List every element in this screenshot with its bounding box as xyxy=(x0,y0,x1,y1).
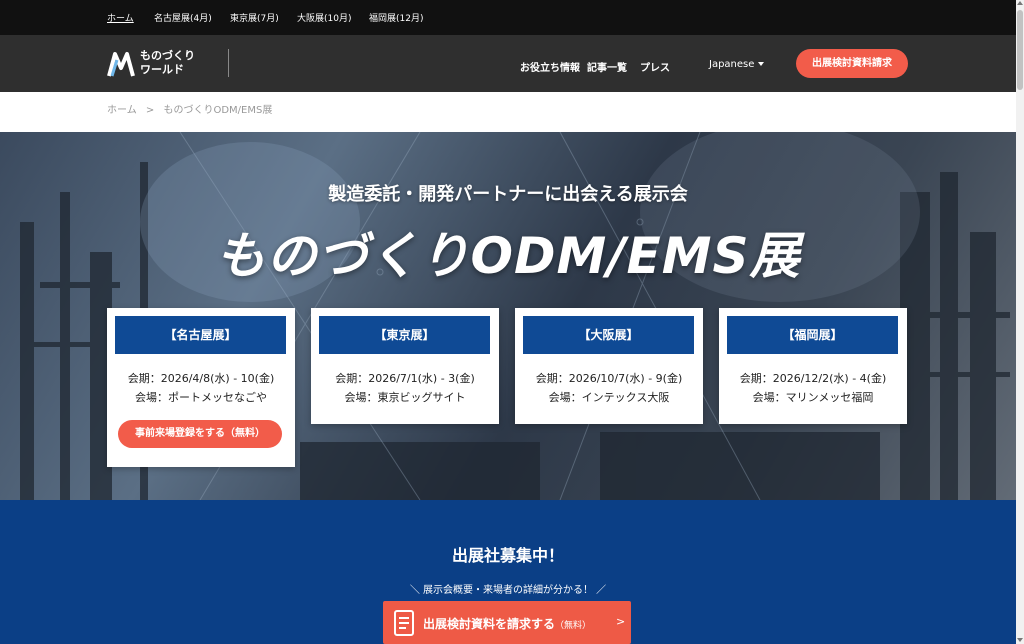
event-card-dates: 会期：2026/7/1(水) - 3(金) xyxy=(335,372,475,385)
event-card-title: 【大阪展】 xyxy=(523,316,694,354)
breadcrumb-home[interactable]: ホーム xyxy=(107,105,137,116)
event-card-title: 【名古屋展】 xyxy=(115,316,286,354)
hero-title: ものづくりODM/EMS展 xyxy=(215,227,801,285)
top-nav-nagoya[interactable]: 名古屋展(4月) xyxy=(154,11,212,24)
hero-section: 製造委託・開発パートナーに出会える展示会 ものづくりODM/EMS展 【名古屋展… xyxy=(0,132,1016,500)
request-materials-label: 出展検討資料を請求する（無料） xyxy=(423,617,592,631)
event-card-title: 【福岡展】 xyxy=(727,316,898,354)
event-card-tokyo[interactable]: 【東京展】 会期：2026/7/1(水) - 3(金) 会場：東京ビッグサイト xyxy=(311,308,499,424)
event-card-title: 【東京展】 xyxy=(319,316,490,354)
page-scrollbar[interactable] xyxy=(1016,0,1024,644)
nav-articles[interactable]: 記事一覧 xyxy=(587,59,627,74)
recruitment-title: 出展社募集中！ xyxy=(451,546,564,565)
breadcrumb-separator: > xyxy=(145,105,155,116)
recruitment-subtitle: ＼ 展示会概要・来場者の詳細が分かる！ ／ xyxy=(409,585,607,596)
top-nav-bar: ホーム 名古屋展(4月) 東京展(7月) 大阪展(10月) 福岡展(12月) xyxy=(0,0,1016,35)
scroll-down-arrow-icon[interactable] xyxy=(1017,638,1023,642)
logo-divider xyxy=(228,49,229,77)
event-card-venue: 会場：ポートメッセなごや xyxy=(135,391,267,404)
nav-useful-info[interactable]: お役立ち情報 xyxy=(520,59,580,74)
hero-subtitle: 製造委託・開発パートナーに出会える展示会 xyxy=(328,184,688,205)
event-card-dates: 会期：2026/12/2(水) - 4(金) xyxy=(739,372,887,385)
logo-mark-icon xyxy=(107,52,135,77)
nav-press[interactable]: プレス xyxy=(640,59,670,74)
caret-down-icon xyxy=(758,62,765,66)
logo-text: ものづくり ワールド xyxy=(140,49,195,76)
language-selector[interactable]: Japanese xyxy=(709,59,765,70)
top-nav-fukuoka[interactable]: 福岡展(12月) xyxy=(369,11,423,24)
event-card-venue: 会場：東京ビッグサイト xyxy=(344,391,466,404)
request-materials-large-button[interactable]: 出展検討資料を請求する（無料） > xyxy=(383,601,631,644)
document-icon xyxy=(394,610,414,636)
scroll-thumb[interactable] xyxy=(1017,10,1023,90)
pre-registration-button[interactable]: 事前来場登録をする（無料） xyxy=(118,420,282,448)
event-card-dates: 会期：2026/10/7(水) - 9(金) xyxy=(535,372,683,385)
site-header: ものづくり ワールド お役立ち情報 記事一覧 プレス Japanese 出展検討… xyxy=(0,35,1016,92)
event-card-venue: 会場：インテックス大阪 xyxy=(548,391,670,404)
event-card-venue: 会場：マリンメッセ福岡 xyxy=(752,391,874,404)
top-nav-tokyo[interactable]: 東京展(7月) xyxy=(230,11,279,24)
exhibitor-recruitment-section: 出展社募集中！ ＼ 展示会概要・来場者の詳細が分かる！ ／ 出展検討資料を請求す… xyxy=(0,500,1016,644)
site-logo[interactable]: ものづくり ワールド xyxy=(107,47,229,81)
request-materials-button[interactable]: 出展検討資料請求 xyxy=(796,49,908,78)
breadcrumb: ホーム > ものづくりODM/EMS展 xyxy=(107,101,278,116)
event-card-fukuoka[interactable]: 【福岡展】 会期：2026/12/2(水) - 4(金) 会場：マリンメッセ福岡 xyxy=(719,308,907,424)
language-label: Japanese xyxy=(709,59,755,70)
event-card-dates: 会期：2026/4/8(水) - 10(金) xyxy=(127,372,275,385)
chevron-right-icon: > xyxy=(616,615,626,628)
top-nav-home[interactable]: ホーム xyxy=(107,11,134,24)
event-card-osaka[interactable]: 【大阪展】 会期：2026/10/7(水) - 9(金) 会場：インテックス大阪 xyxy=(515,308,703,424)
scroll-up-arrow-icon[interactable] xyxy=(1017,1,1023,5)
top-nav-osaka[interactable]: 大阪展(10月) xyxy=(297,11,351,24)
event-card-nagoya: 【名古屋展】 会期：2026/4/8(水) - 10(金) 会場：ポートメッセな… xyxy=(107,308,295,467)
breadcrumb-current: ものづくりODM/EMS展 xyxy=(163,105,273,116)
